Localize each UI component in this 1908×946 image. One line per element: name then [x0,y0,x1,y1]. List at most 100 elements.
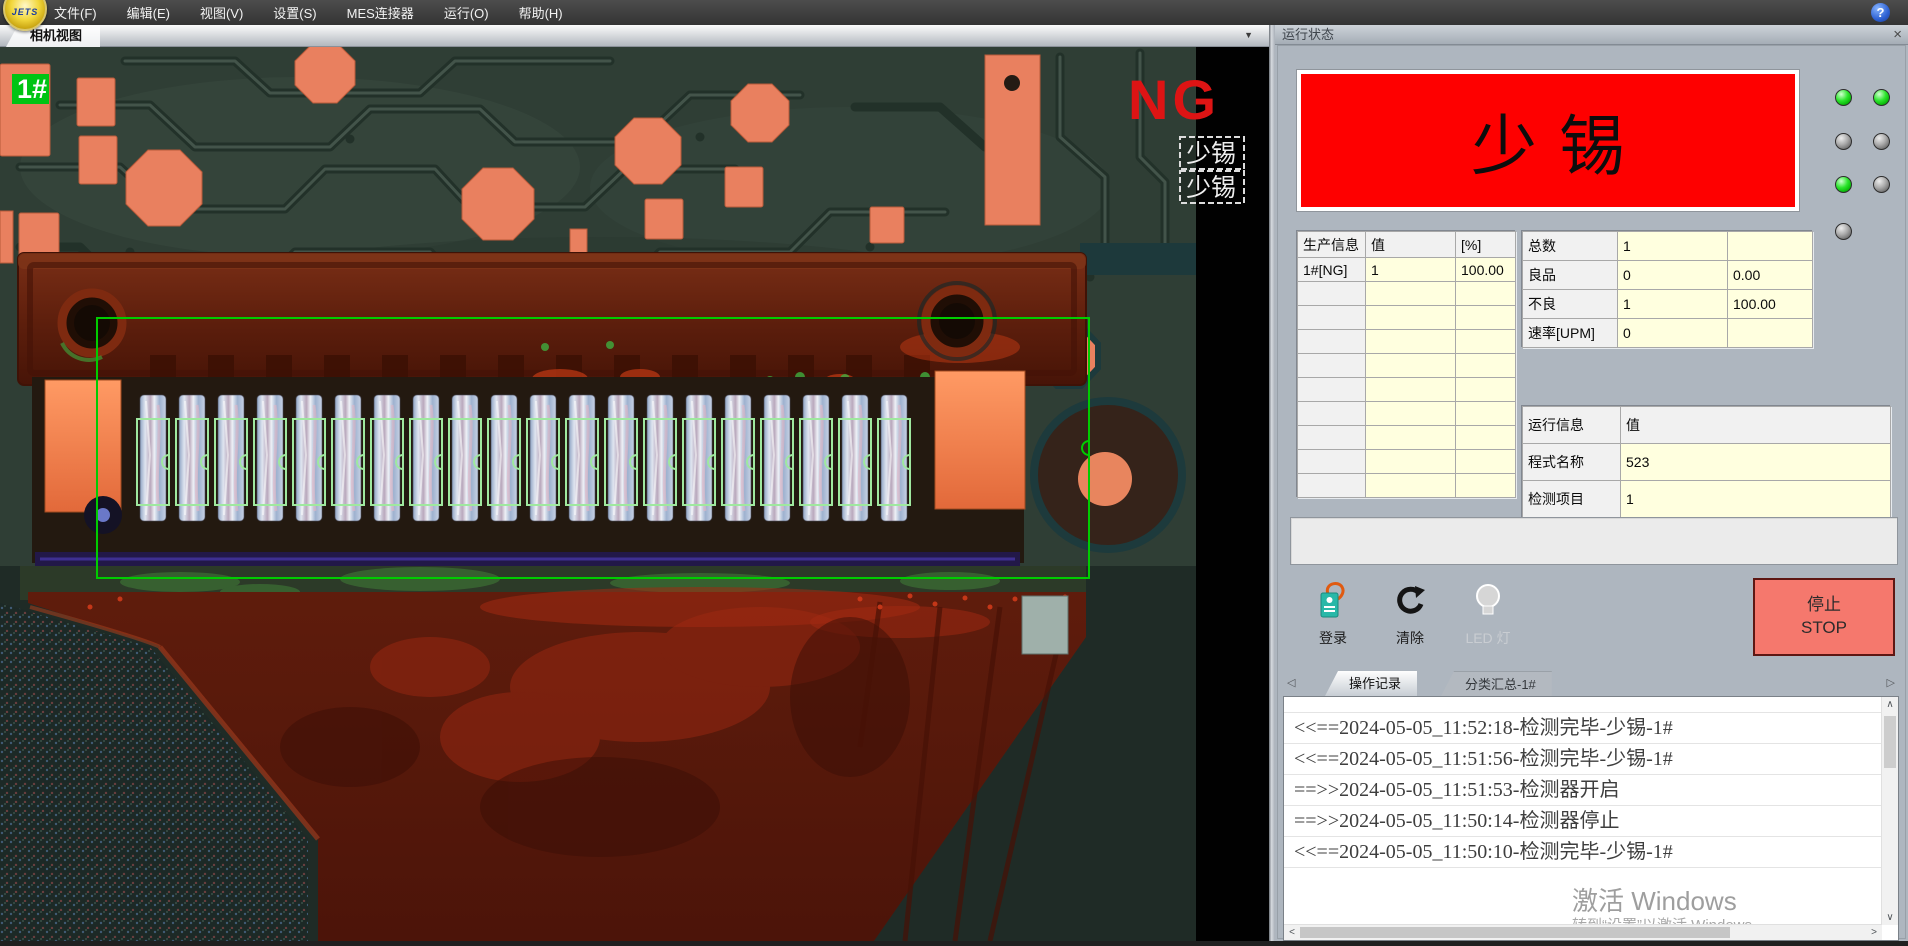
log-entry: <<==2024-05-05_11:50:10-检测完毕-少锡-1# [1284,837,1898,868]
table-header-row: 运行信息 值 [1523,407,1891,444]
table-row [1298,354,1516,378]
table-row [1298,426,1516,450]
cell: 1 [1618,290,1728,319]
table-row: 良品 0 0.00 [1523,261,1813,290]
cell: 100.00 [1456,258,1516,282]
table-header-row: 生产信息 值 [%] [1298,232,1516,258]
log-entry: <<==2024-05-05_11:52:18-检测完毕-少锡-1# [1284,713,1898,744]
menu-help[interactable]: 帮助(H) [519,3,563,22]
connector-body [18,253,1086,389]
cell: 0.00 [1728,261,1813,290]
log-entry: ==>>2024-05-05_11:51:53-检测器开启 [1284,775,1898,806]
col-header: 值 [1366,232,1456,258]
help-icon[interactable]: ? [1871,3,1890,22]
led-light-button[interactable]: LED 灯 [1455,580,1521,652]
cell: 速率[UPM] [1523,319,1618,348]
cell: 1 [1366,258,1456,282]
tab-class-summary[interactable]: 分类汇总-1# [1441,671,1552,696]
col-header: [%] [1456,232,1516,258]
log-tab-strip: ◁ 操作记录 分类汇总-1# ▷ [1283,669,1899,696]
scroll-down-icon[interactable]: ∨ [1882,910,1898,925]
tab-scroll-left-icon[interactable]: ◁ [1287,676,1295,689]
stop-label-en: STOP [1801,617,1847,640]
cell: 1#[NG] [1298,258,1366,282]
col-header: 运行信息 [1523,407,1621,444]
production-table: 生产信息 值 [%] 1#[NG] 1 100.00 [1297,231,1516,498]
table-row [1298,330,1516,354]
cell: 1 [1621,481,1891,518]
led-indicator [1835,176,1852,193]
camera-image: 1# NG 少锡 少锡 [0,47,1269,941]
menu-view[interactable]: 视图(V) [200,3,243,22]
cell: 100.00 [1728,290,1813,319]
stop-label-cn: 停止 [1807,594,1841,617]
clear-label: 清除 [1377,628,1443,648]
col-header: 生产信息 [1298,232,1366,258]
table-row [1298,402,1516,426]
run-info-table: 运行信息 值 程式名称 523 检测项目 1 [1522,406,1891,518]
log-entry: <<==2024-05-05_11:51:56-检测完毕-少锡-1# [1284,744,1898,775]
table-row [1298,282,1516,306]
defect-label: 少锡 [1186,140,1236,168]
led-indicator [1835,133,1852,150]
table-row: 总数 1 [1523,232,1813,261]
led-indicator [1873,176,1890,193]
cell: 不良 [1523,290,1618,319]
led-indicator [1873,133,1890,150]
table-row [1298,378,1516,402]
scrollbar-thumb[interactable] [1300,927,1730,938]
defect-label: 少锡 [1186,174,1236,202]
scrollbar-thumb[interactable] [1884,716,1896,768]
cell: 良品 [1523,261,1618,290]
login-button[interactable]: 登录 [1300,580,1366,652]
cell [1728,232,1813,261]
table-row: 不良 1 100.00 [1523,290,1813,319]
led-indicator [1835,223,1852,240]
stop-button[interactable]: 停止 STOP [1753,578,1895,656]
tab-scroll-right-icon[interactable]: ▷ [1887,676,1895,689]
camera-number-label: 1# [17,74,47,104]
menu-run[interactable]: 运行(O) [444,3,489,22]
cell: 程式名称 [1523,444,1621,481]
menu-bar: JETS 文件(F) 编辑(E) 视图(V) 设置(S) MES连接器 运行(O… [0,0,1908,25]
camera-tab-strip: 相机视图 ▼ [0,25,1269,47]
vertical-scrollbar[interactable]: ∧ ∨ [1881,697,1898,925]
clear-button[interactable]: 清除 [1377,580,1443,652]
table-row: 程式名称 523 [1523,444,1891,481]
camera-view: 1# NG 少锡 少锡 [0,47,1269,941]
table-row [1298,450,1516,474]
cell: 0 [1618,319,1728,348]
menu-settings[interactable]: 设置(S) [273,3,316,22]
close-icon[interactable]: × [1893,25,1902,44]
defect-labels: 少锡 少锡 [1180,137,1244,203]
table-row [1298,306,1516,330]
cell [1728,319,1813,348]
login-label: 登录 [1300,628,1366,648]
windows-activation-watermark: 激活 Windows [1572,881,1737,918]
menu-mes-connector[interactable]: MES连接器 [347,3,414,22]
scroll-right-icon[interactable]: > [1866,925,1882,940]
tab-operation-log[interactable]: 操作记录 [1325,671,1417,696]
horizontal-scrollbar[interactable]: < > [1284,924,1882,940]
table-row [1298,474,1516,498]
run-status-panel: 运行状态 × 少锡 生产信息 值 [%] 1#[NG] 1 100.00 [1275,25,1908,941]
led-indicator [1873,89,1890,106]
defect-banner: 少锡 [1297,70,1799,211]
cell: 检测项目 [1523,481,1621,518]
table-row: 1#[NG] 1 100.00 [1298,258,1516,282]
cell: 523 [1621,444,1891,481]
menu-edit[interactable]: 编辑(E) [127,3,170,22]
scroll-up-icon[interactable]: ∧ [1882,697,1898,712]
chevron-down-icon[interactable]: ▼ [1244,30,1253,40]
col-header: 值 [1621,407,1891,444]
message-box [1290,517,1898,565]
scroll-left-icon[interactable]: < [1284,925,1300,940]
led-indicator [1835,89,1852,106]
menu-file[interactable]: 文件(F) [54,3,97,22]
defect-banner-text: 少锡 [1449,93,1647,189]
log-entry [1284,697,1898,713]
badge-icon [1314,580,1352,620]
led-label: LED 灯 [1455,628,1521,648]
log-entry: ==>>2024-05-05_11:50:14-检测器停止 [1284,806,1898,837]
cell: 0 [1618,261,1728,290]
